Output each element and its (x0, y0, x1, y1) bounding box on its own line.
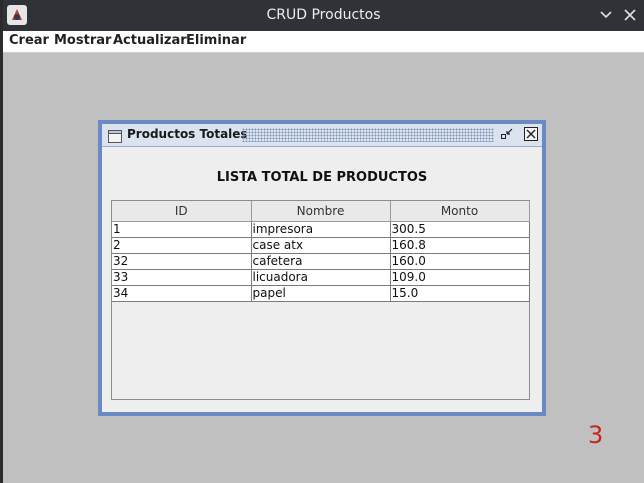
desktop-pane: Productos Totales LISTA TOTAL DE PRODUCT… (3, 53, 644, 483)
table-row[interactable]: 2 case atx 160.8 (112, 237, 530, 254)
internal-frame-titlebar[interactable]: Productos Totales (102, 124, 542, 147)
cell-nombre[interactable]: papel (251, 285, 391, 302)
internal-frame-title: Productos Totales (127, 127, 248, 141)
frame-window-icon (108, 128, 122, 143)
cell-nombre[interactable]: impresora (251, 221, 391, 238)
cell-id[interactable]: 2 (112, 237, 252, 254)
window-title: CRUD Productos (266, 7, 381, 23)
table-row[interactable]: 33 licuadora 109.0 (112, 269, 530, 286)
cell-id[interactable]: 33 (112, 269, 252, 286)
cell-nombre[interactable]: licuadora (251, 269, 391, 286)
minimize-chevron-icon[interactable] (599, 8, 613, 22)
cell-id[interactable]: 32 (112, 253, 252, 270)
cell-monto[interactable]: 300.5 (390, 221, 530, 238)
cell-monto[interactable]: 160.8 (390, 237, 530, 254)
cell-monto[interactable]: 15.0 (390, 285, 530, 302)
app-window: CRUD Productos Crear Mostrar Actualizar … (3, 0, 644, 483)
table-row[interactable]: 1 impresora 300.5 (112, 221, 530, 238)
column-header-id[interactable]: ID (112, 201, 252, 222)
iconify-icon[interactable] (500, 127, 514, 141)
titlebar-texture (242, 128, 494, 142)
menu-eliminar[interactable]: Eliminar (186, 33, 246, 48)
internal-frame-productos: Productos Totales LISTA TOTAL DE PRODUCT… (98, 120, 546, 416)
column-header-monto[interactable]: Monto (390, 201, 530, 222)
menubar: Crear Mostrar Actualizar Eliminar (3, 31, 644, 53)
table-row[interactable]: 34 papel 15.0 (112, 285, 530, 302)
cell-nombre[interactable]: cafetera (251, 253, 391, 270)
table-row[interactable]: 32 cafetera 160.0 (112, 253, 530, 270)
frame-close-icon[interactable] (524, 127, 538, 141)
list-heading: LISTA TOTAL DE PRODUCTOS (216, 170, 428, 185)
cell-monto[interactable]: 160.0 (390, 253, 530, 270)
cell-nombre[interactable]: case atx (251, 237, 391, 254)
cell-id[interactable]: 1 (112, 221, 252, 238)
menu-mostrar[interactable]: Mostrar (54, 33, 111, 48)
menu-crear[interactable]: Crear (9, 33, 49, 48)
products-table: ID Nombre Monto 1 impresora 300.5 2 case… (112, 201, 530, 302)
column-header-nombre[interactable]: Nombre (251, 201, 391, 222)
close-icon[interactable] (623, 8, 637, 22)
menu-actualizar[interactable]: Actualizar (113, 33, 187, 48)
cell-monto[interactable]: 109.0 (390, 269, 530, 286)
annotation-number: 3 (588, 421, 604, 449)
window-titlebar[interactable]: CRUD Productos (3, 0, 644, 31)
table-header-row: ID Nombre Monto (112, 201, 530, 222)
cell-id[interactable]: 34 (112, 285, 252, 302)
products-table-scrollpane[interactable]: ID Nombre Monto 1 impresora 300.5 2 case… (111, 200, 530, 400)
